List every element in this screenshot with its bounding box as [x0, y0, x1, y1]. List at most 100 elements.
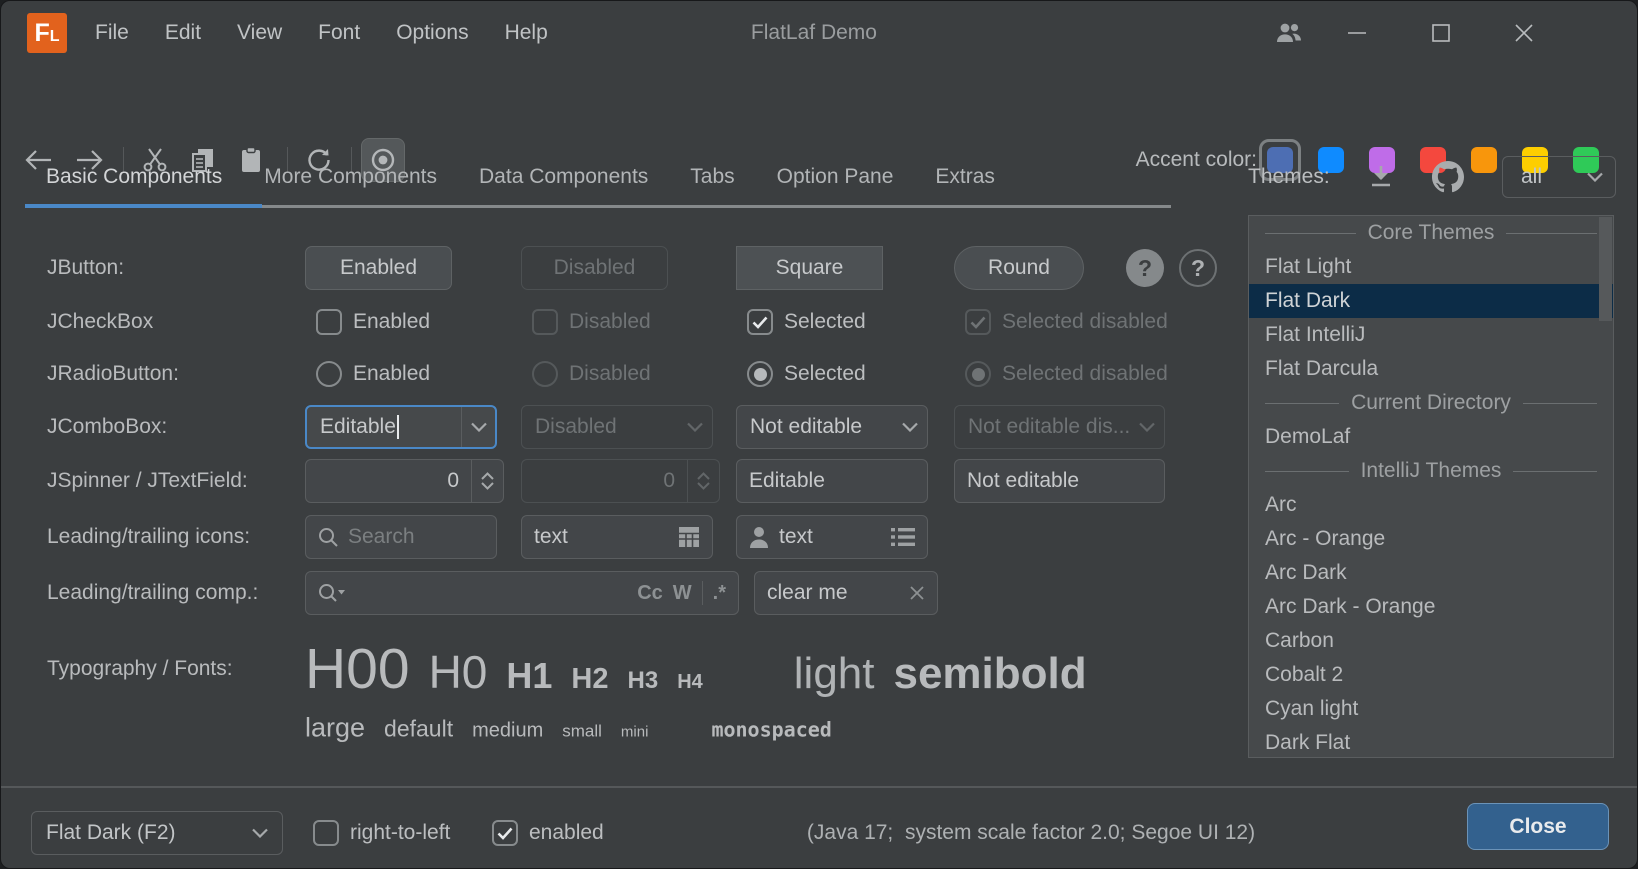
tab-basic-components[interactable]: Basic Components — [25, 151, 243, 203]
combobox-not-editable[interactable]: Not editable — [736, 405, 928, 449]
textfield-value: Editable — [749, 469, 825, 493]
checkbox-box[interactable] — [313, 820, 339, 846]
radio-circle — [532, 361, 558, 387]
search-with-options-input[interactable]: Cc W .* — [305, 571, 739, 615]
spinner-up-down-icons — [687, 460, 719, 502]
search-input[interactable]: Search — [305, 515, 497, 559]
checkbox-enabled[interactable]: Enabled — [305, 309, 430, 335]
search-dropdown-icon[interactable] — [318, 583, 346, 603]
table-icon[interactable] — [678, 526, 700, 548]
regex-button[interactable]: .* — [713, 582, 726, 605]
theme-item-demolaf[interactable]: DemoLaf — [1249, 420, 1613, 454]
textfield-value: Not editable — [967, 469, 1079, 493]
chevron-down-icon — [1130, 406, 1164, 448]
list-icon[interactable] — [891, 527, 915, 547]
logo-letter: F — [34, 19, 49, 48]
theme-item-arc[interactable]: Arc — [1249, 488, 1613, 522]
radio-circle-selected[interactable] — [747, 361, 773, 387]
checkbox-box-checked[interactable] — [747, 309, 773, 335]
theme-item-flat-dark[interactable]: Flat Dark — [1249, 284, 1613, 318]
checkbox-box[interactable] — [316, 309, 342, 335]
close-window-button[interactable] — [1499, 1, 1549, 65]
themes-label: Themes: — [1248, 165, 1330, 189]
round-button[interactable]: Round — [954, 246, 1084, 290]
checkbox-box-checked[interactable] — [492, 820, 518, 846]
theme-item-dark-flat[interactable]: Dark Flat — [1249, 726, 1613, 758]
whole-word-button[interactable]: W — [673, 582, 692, 605]
menubar: File Edit View Font Options Help — [77, 1, 566, 65]
menu-options[interactable]: Options — [378, 1, 486, 65]
menu-help[interactable]: Help — [487, 1, 566, 65]
help-button-filled[interactable]: ? — [1126, 249, 1164, 287]
enabled-checkbox[interactable]: enabled — [492, 811, 604, 855]
clearable-input[interactable]: clear me — [754, 571, 938, 615]
row-label: Typography / Fonts: — [47, 657, 233, 681]
menu-font[interactable]: Font — [300, 1, 378, 65]
maximize-button[interactable] — [1416, 1, 1466, 65]
titlebar: F L File Edit View Font Options Help Fla… — [1, 1, 1637, 65]
download-icon[interactable] — [1368, 164, 1394, 190]
row-label: JButton: — [47, 256, 124, 280]
spinner-value[interactable]: 0 — [306, 460, 471, 502]
typography-sizes: large default medium small mini monospac… — [305, 713, 832, 744]
theme-item-cyan-light[interactable]: Cyan light — [1249, 692, 1613, 726]
checkbox-label: right-to-left — [350, 821, 450, 845]
clear-x-icon[interactable] — [909, 585, 925, 601]
tab-extras[interactable]: Extras — [914, 151, 1016, 203]
text-input-person-list[interactable]: text — [736, 515, 928, 559]
menu-view[interactable]: View — [219, 1, 300, 65]
themes-filter-combobox[interactable]: all — [1502, 156, 1616, 198]
menu-edit[interactable]: Edit — [147, 1, 219, 65]
radio-circle[interactable] — [316, 361, 342, 387]
chevron-down-icon[interactable] — [461, 407, 495, 447]
row-label: Leading/trailing comp.: — [47, 581, 258, 605]
medium-size-sample: medium — [472, 720, 543, 743]
textfield-editable[interactable]: Editable — [736, 459, 928, 503]
theme-item-carbon[interactable]: Carbon — [1249, 624, 1613, 658]
radio-label: Selected — [784, 362, 866, 386]
radio-selected[interactable]: Selected — [736, 361, 866, 387]
flatlaf-logo-icon: F L — [27, 13, 67, 53]
theme-item-flat-light[interactable]: Flat Light — [1249, 250, 1613, 284]
close-button[interactable]: Close — [1467, 803, 1609, 850]
theme-item-arc-dark-orange[interactable]: Arc Dark - Orange — [1249, 590, 1613, 624]
radio-disabled: Disabled — [521, 361, 651, 387]
chevron-down-icon[interactable] — [893, 406, 927, 448]
checkbox-selected[interactable]: Selected — [736, 309, 866, 335]
light-weight-sample: light — [794, 649, 875, 699]
tab-tabs[interactable]: Tabs — [669, 151, 755, 203]
enabled-button[interactable]: Enabled — [305, 246, 452, 290]
window-title: FlatLaf Demo — [751, 1, 877, 65]
theme-item-cobalt-2[interactable]: Cobalt 2 — [1249, 658, 1613, 692]
spinner-enabled[interactable]: 0 — [305, 459, 504, 503]
themes-section-separator: IntelliJ Themes — [1249, 454, 1613, 488]
combobox-editable[interactable]: Editable — [305, 405, 497, 449]
checkbox-label: Enabled — [353, 310, 430, 334]
chevron-down-icon — [252, 828, 268, 838]
help-button-outlined[interactable]: ? — [1179, 249, 1217, 287]
minimize-button[interactable] — [1332, 1, 1382, 65]
theme-item-arc-orange[interactable]: Arc - Orange — [1249, 522, 1613, 556]
tab-more-components[interactable]: More Components — [243, 151, 458, 203]
right-to-left-checkbox[interactable]: right-to-left — [313, 811, 450, 855]
theme-item-arc-dark[interactable]: Arc Dark — [1249, 556, 1613, 590]
text-input-table-icon[interactable]: text — [521, 515, 713, 559]
menu-file[interactable]: File — [77, 1, 147, 65]
theme-item-flat-intellij[interactable]: Flat IntelliJ — [1249, 318, 1613, 352]
combobox-value: Not editable dis... — [955, 415, 1130, 439]
theme-item-flat-darcula[interactable]: Flat Darcula — [1249, 352, 1613, 386]
github-icon[interactable] — [1432, 161, 1464, 193]
themes-section-separator: Current Directory — [1249, 386, 1613, 420]
status-text: (Java 17; system scale factor 2.0; Segoe… — [761, 811, 1301, 855]
match-case-button[interactable]: Cc — [637, 582, 663, 605]
tab-option-pane[interactable]: Option Pane — [756, 151, 915, 203]
radio-enabled[interactable]: Enabled — [305, 361, 430, 387]
square-button[interactable]: Square — [736, 246, 883, 290]
typography-headers: H00 H0 H1 H2 H3 H4 light semibold — [305, 636, 1087, 702]
spinner-up-down-icons[interactable] — [471, 460, 503, 502]
laf-combobox[interactable]: Flat Dark (F2) — [31, 811, 283, 855]
themes-scrollbar-thumb[interactable] — [1599, 217, 1612, 321]
users-icon[interactable] — [1264, 1, 1314, 65]
tab-data-components[interactable]: Data Components — [458, 151, 669, 203]
row-label: Leading/trailing icons: — [47, 525, 250, 549]
